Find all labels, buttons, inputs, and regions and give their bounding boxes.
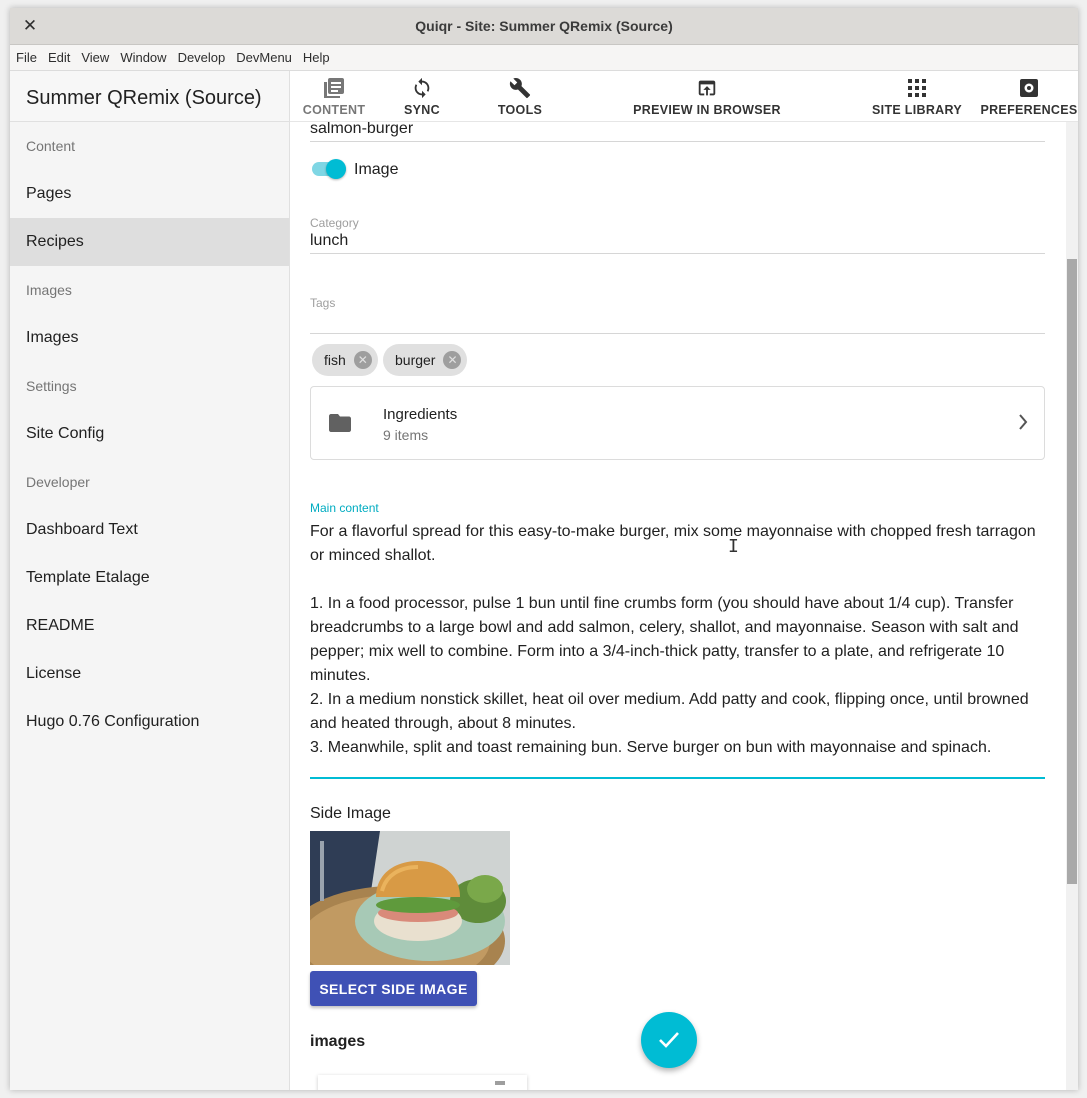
app-window: ✕ Quiqr - Site: Summer QRemix (Source) F… [10,8,1078,1090]
toolbar-sync-label: SYNC [404,103,440,117]
tags-label: Tags [310,296,336,310]
menu-view[interactable]: View [81,50,109,65]
ingredients-card[interactable]: Ingredients 9 items [310,386,1045,460]
scrollbar-thumb[interactable] [1067,259,1077,884]
open-in-browser-icon [692,75,722,101]
menu-file[interactable]: File [16,50,37,65]
sidebar-item-images[interactable]: Images [10,314,289,362]
select-side-image-button[interactable]: SELECT SIDE IMAGE [310,971,477,1006]
main-content-area: salmon-burger Image Category lunch Tags … [290,122,1066,1090]
menu-window[interactable]: Window [120,50,166,65]
category-label: Category [310,216,359,230]
toolbar-preferences-button[interactable]: PREFERENCES [980,71,1078,122]
remove-tag-icon[interactable]: ✕ [353,351,372,369]
ingredients-title: Ingredients [383,406,458,423]
tags-input-underline[interactable] [310,333,1045,334]
title-bar: ✕ Quiqr - Site: Summer QRemix (Source) [10,8,1078,45]
sidebar-section-images: Images [26,282,72,298]
sidebar-item-license[interactable]: License [10,650,289,698]
main-content-label: Main content [310,501,379,515]
delete-icon[interactable] [495,1081,505,1085]
side-image-label: Side Image [310,805,391,822]
text-cursor-icon: I [728,536,739,557]
toolbar-tools-label: TOOLS [497,103,543,117]
slug-underline [310,141,1045,142]
toolbar-preview-button[interactable]: PREVIEW IN BROWSER [633,71,781,122]
toolbar-content-label: CONTENT [302,103,366,117]
save-fab-button[interactable] [641,1012,697,1068]
content-icon [319,75,349,101]
main-content-focus-underline [310,777,1045,779]
ingredients-count: 9 items [383,427,429,443]
sidebar-item-hugo-config[interactable]: Hugo 0.76 Configuration [10,698,289,746]
sidebar-item-recipes[interactable]: Recipes [10,218,289,266]
main-content-textarea[interactable]: For a flavorful spread for this easy-to-… [310,520,1045,760]
sidebar-item-dashboard-text[interactable]: Dashboard Text [10,506,289,554]
sidebar: Summer QRemix (Source) Content Pages Rec… [10,71,290,1090]
wrench-icon [505,75,535,101]
category-input[interactable]: lunch [310,232,348,250]
toolbar-preview-label: PREVIEW IN BROWSER [633,103,781,117]
settings-icon [1014,75,1044,101]
image-toggle-knob[interactable] [326,159,346,179]
tag-chip-label: fish [324,352,346,368]
images-section-label: images [310,1033,366,1050]
tag-chip-fish[interactable]: fish ✕ [312,344,378,376]
image-toggle-label: Image [354,161,399,178]
sync-icon [407,75,437,101]
image-toggle[interactable] [312,159,346,179]
window-title: Quiqr - Site: Summer QRemix (Source) [415,18,673,34]
tag-chip-burger[interactable]: burger ✕ [383,344,468,376]
toolbar-content-button[interactable]: CONTENT [302,71,366,122]
site-title: Summer QRemix (Source) [10,71,289,122]
menu-develop[interactable]: Develop [178,50,226,65]
toolbar-site-library-button[interactable]: SITE LIBRARY [872,71,962,122]
tag-chip-label: burger [395,352,436,368]
sidebar-section-settings: Settings [26,378,77,394]
toolbar-site-library-label: SITE LIBRARY [872,103,962,117]
toolbar-sync-button[interactable]: SYNC [402,71,442,122]
menu-bar: File Edit View Window Develop DevMenu He… [10,45,1078,71]
image-card[interactable] [318,1075,527,1090]
checkmark-icon [659,1032,679,1048]
top-toolbar: CONTENT SYNC TOOLS PREVIEW IN BROWSER SI… [290,71,1078,122]
toolbar-tools-button[interactable]: TOOLS [496,71,544,122]
remove-tag-icon[interactable]: ✕ [443,351,462,369]
folder-icon [329,414,351,437]
sidebar-item-pages[interactable]: Pages [10,170,289,218]
sidebar-item-readme[interactable]: README [10,602,289,650]
sidebar-section-developer: Developer [26,474,90,490]
side-image-thumbnail [310,831,510,965]
menu-edit[interactable]: Edit [48,50,70,65]
slug-value[interactable]: salmon-burger [310,122,413,138]
menu-devmenu[interactable]: DevMenu [236,50,292,65]
sidebar-section-content: Content [26,138,76,154]
toolbar-preferences-label: PREFERENCES [980,103,1078,117]
chevron-right-icon [1018,414,1028,435]
grid-icon [902,75,932,101]
sidebar-item-template-etalage[interactable]: Template Etalage [10,554,289,602]
category-underline [310,253,1045,254]
sidebar-item-site-config[interactable]: Site Config [10,410,289,458]
scrollbar-track[interactable] [1066,122,1078,1090]
menu-help[interactable]: Help [303,50,330,65]
